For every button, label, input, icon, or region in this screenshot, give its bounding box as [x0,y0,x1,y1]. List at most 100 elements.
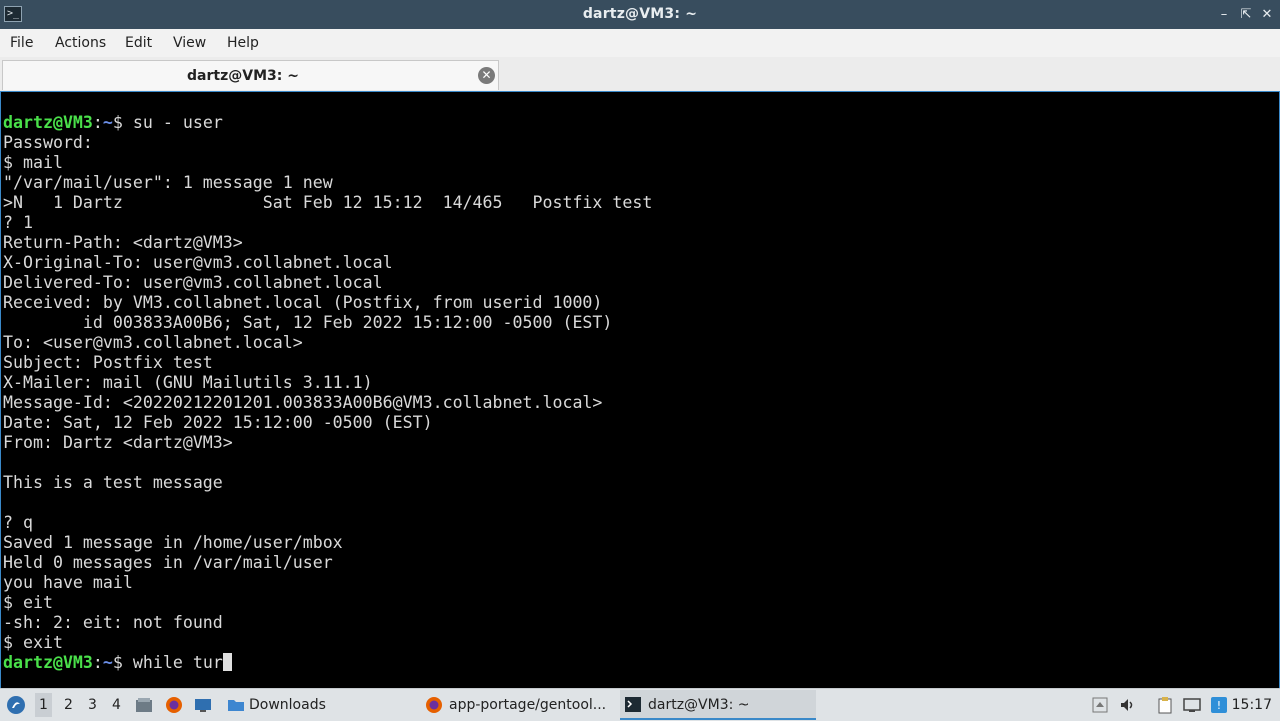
update-notifier-icon[interactable]: ! [1210,696,1228,714]
menubar: File Actions Edit View Help [0,29,1280,58]
terminal-line: Delivered-To: user@vm3.collabnet.local [3,273,652,293]
clock[interactable]: 15:17 [1232,697,1272,713]
terminal-line: Received: by VM3.collabnet.local (Postfi… [3,293,652,313]
terminal-line: you have mail [3,573,652,593]
task-label: Downloads [249,697,326,713]
terminal-line: Subject: Postfix test [3,353,652,373]
volume-icon[interactable] [1119,696,1137,714]
output-text: This is a test message [3,473,223,492]
output-text: $ exit [3,633,63,652]
terminal-line: $ mail [3,153,652,173]
prompt-user-host: dartz@VM3 [3,113,93,132]
menu-actions[interactable]: Actions [55,35,106,51]
output-text: Message-Id: <20220212201201.003833A00B6@… [3,393,603,412]
output-text: Password: [3,133,93,152]
prompt-path: ~ [102,653,113,672]
output-text: Subject: Postfix test [3,353,213,372]
window-title: dartz@VM3: ~ [582,6,698,22]
prompt-symbol: $ [112,653,133,672]
task-label: app-portage/gentool... [449,697,607,713]
terminal-line: This is a test message [3,473,652,493]
output-text: $ mail [3,153,63,172]
terminal-line: X-Mailer: mail (GNU Mailutils 3.11.1) [3,373,652,393]
prompt-user-host: dartz@VM3 [3,653,93,672]
prompt-symbol: $ [112,113,133,132]
firefox-launcher-icon[interactable] [165,696,183,714]
terminal-line: Message-Id: <20220212201201.003833A00B6@… [3,393,652,413]
workspace-4[interactable]: 4 [112,697,121,713]
output-text: $ eit [3,593,53,612]
terminal-line: -sh: 2: eit: not found [3,613,652,633]
terminal-line: Date: Sat, 12 Feb 2022 15:12:00 -0500 (E… [3,413,652,433]
terminal-line: "/var/mail/user": 1 message 1 new [3,173,652,193]
menu-help[interactable]: Help [227,35,259,51]
terminal-line: From: Dartz <dartz@VM3> [3,433,652,453]
terminal-line: ? q [3,513,652,533]
terminal-line: dartz@VM3:~$ su - user [3,113,652,133]
output-text: ? q [3,513,33,532]
svg-text:!: ! [1217,699,1221,712]
workspace-3[interactable]: 3 [88,697,97,713]
prompt-path: ~ [102,113,113,132]
output-text: To: <user@vm3.collabnet.local> [3,333,303,352]
output-text: Return-Path: <dartz@VM3> [3,233,243,252]
tab-bar: dartz@VM3: ~ ✕ [0,57,1280,91]
output-text: Saved 1 message in /home/user/mbox [3,533,343,552]
terminal-line: X-Original-To: user@vm3.collabnet.local [3,253,652,273]
terminal-line: Held 0 messages in /var/mail/user [3,553,652,573]
output-text: -sh: 2: eit: not found [3,613,223,632]
output-text: "/var/mail/user": 1 message 1 new [3,173,333,192]
window-titlebar[interactable]: >_ dartz@VM3: ~ – ⇱ ✕ [0,0,1280,29]
output-text: ? 1 [3,213,33,232]
workspace-1[interactable]: 1 [35,693,52,717]
terminal-line: To: <user@vm3.collabnet.local> [3,333,652,353]
terminal-icon [625,697,641,712]
clipboard-icon[interactable] [1156,696,1174,714]
task-firefox[interactable]: app-portage/gentool... [422,690,612,720]
command-text: while tur [132,653,223,672]
menu-view[interactable]: View [173,35,206,51]
output-text: X-Original-To: user@vm3.collabnet.local [3,253,393,272]
menu-file[interactable]: File [10,35,33,51]
output-text: Received: by VM3.collabnet.local (Postfi… [3,293,603,312]
terminal-line: Password: [3,133,652,153]
workspace-2[interactable]: 2 [64,697,73,713]
tray-up-icon[interactable] [1091,696,1109,714]
text-cursor [222,653,232,671]
tab-terminal[interactable]: dartz@VM3: ~ ✕ [2,60,499,90]
folder-icon [228,700,244,711]
output-text: Held 0 messages in /var/mail/user [3,553,333,572]
task-label: dartz@VM3: ~ [648,697,750,713]
terminal-output: dartz@VM3:~$ su - user Password: $ mail "/v… [3,113,652,673]
task-terminal[interactable]: dartz@VM3: ~ [620,690,816,720]
terminal-line: $ exit [3,633,652,653]
terminal-line: id 003833A00B6; Sat, 12 Feb 2022 15:12:0… [3,313,652,333]
terminal-view[interactable]: dartz@VM3:~$ su - user Password: $ mail "/v… [0,91,1280,689]
output-text: From: Dartz <dartz@VM3> [3,433,233,452]
start-menu-icon[interactable] [6,695,26,715]
terminal-line: dartz@VM3:~$ while tur [3,653,652,673]
tab-close-icon[interactable]: ✕ [478,67,495,84]
command-text: su - user [132,113,223,132]
screen-icon[interactable] [1183,696,1201,714]
close-icon[interactable]: ✕ [1259,7,1275,23]
desktop-launcher-icon[interactable] [194,696,212,714]
terminal-line: Return-Path: <dartz@VM3> [3,233,652,253]
restore-icon[interactable]: ⇱ [1238,7,1254,23]
output-text: Date: Sat, 12 Feb 2022 15:12:00 -0500 (E… [3,413,433,432]
taskbar: 1 2 3 4 Downloads app-portage/gentool...… [0,688,1280,721]
output-text: id 003833A00B6; Sat, 12 Feb 2022 15:12:0… [3,313,613,332]
minimize-icon[interactable]: – [1216,7,1232,23]
menu-edit[interactable]: Edit [125,35,152,51]
terminal-line: $ eit [3,593,652,613]
output-text: you have mail [3,573,133,592]
prompt-separator: : [92,653,103,672]
output-text: Delivered-To: user@vm3.collabnet.local [3,273,383,292]
file-manager-launcher-icon[interactable] [135,696,153,714]
task-downloads[interactable]: Downloads [224,690,412,720]
output-text: X-Mailer: mail (GNU Mailutils 3.11.1) [3,373,373,392]
prompt-separator: : [92,113,103,132]
output-text: >N 1 Dartz Sat Feb 12 15:12 14/465 Postf… [3,193,653,212]
tab-label: dartz@VM3: ~ [187,68,299,84]
